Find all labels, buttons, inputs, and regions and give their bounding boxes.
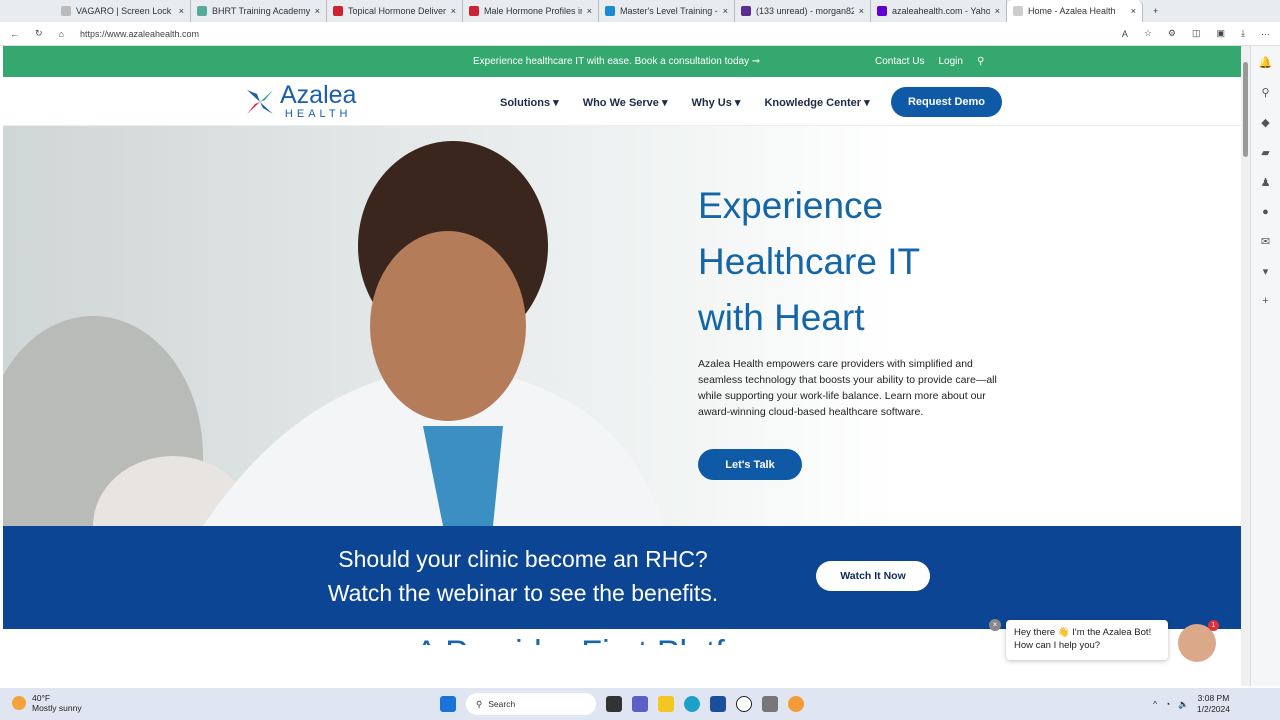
nav-item[interactable]: Solutions ▾ <box>500 96 559 109</box>
close-tab-icon[interactable]: × <box>995 6 1000 16</box>
weather-widget[interactable]: 40°F Mostly sunny <box>12 693 82 713</box>
hero-section: Experience Healthcare IT with Heart Azalea… <box>3 126 1241 526</box>
url-field[interactable]: https://www.azaleahealth.com <box>80 29 1106 39</box>
favicon-icon <box>333 6 343 16</box>
scrollbar[interactable] <box>1241 46 1250 686</box>
home-icon[interactable]: ⌂ <box>59 29 64 39</box>
wifi-icon[interactable]: ◔ <box>1165 699 1170 709</box>
m365-icon[interactable]: ● <box>1262 206 1269 218</box>
caret-down-icon: ▾ <box>864 97 870 109</box>
teams-icon[interactable] <box>632 696 648 712</box>
clock[interactable]: 3:08 PM 1/2/2024 <box>1197 693 1230 715</box>
close-tab-icon[interactable]: × <box>1131 6 1136 16</box>
chevron-up-icon[interactable]: ^ <box>1153 699 1157 709</box>
read-aloud-icon[interactable]: A <box>1122 29 1128 39</box>
favicon-icon <box>61 6 71 16</box>
browser-tab[interactable]: BHRT Training Academy × <box>191 0 327 22</box>
dell-icon[interactable] <box>736 696 752 712</box>
app-orange-icon[interactable] <box>788 696 804 712</box>
webpage: Experience healthcare IT with ease. Book… <box>3 46 1241 686</box>
windows-start-icon[interactable] <box>440 696 456 712</box>
search-icon[interactable]: ⚲ <box>1261 86 1269 99</box>
bell-icon[interactable]: 🔔 <box>1259 56 1273 69</box>
file-explorer-icon[interactable] <box>658 696 674 712</box>
drop-icon[interactable]: ▾ <box>1263 265 1269 278</box>
extensions-icon[interactable]: ⚙ <box>1168 28 1176 39</box>
favicon-icon <box>605 6 615 16</box>
lets-talk-button[interactable]: Let's Talk <box>698 449 802 480</box>
search-icon[interactable]: ⚲ <box>977 56 984 67</box>
nav-item[interactable]: Why Us ▾ <box>692 96 741 109</box>
browser-tab[interactable]: (133 unread) - morgan82 × <box>735 0 871 22</box>
volume-icon[interactable]: 🔈 <box>1178 699 1189 710</box>
close-tab-icon[interactable]: × <box>315 6 320 16</box>
contact-us-link[interactable]: Contact Us <box>875 56 924 67</box>
store-icon[interactable] <box>710 696 726 712</box>
section-heading: A Provider First Platform <box>415 633 783 645</box>
briefcase-icon[interactable]: ▰ <box>1261 146 1269 159</box>
browser-tab[interactable]: VAGARO | Screen Lock × <box>55 0 191 22</box>
rhc-webinar-banner: Should your clinic become an RHC? Watch t… <box>3 526 1241 629</box>
favicon-icon <box>741 6 751 16</box>
app-icon[interactable] <box>762 696 778 712</box>
more-icon[interactable]: ··· <box>1261 29 1270 39</box>
tools-icon[interactable]: ◆ <box>1261 116 1269 129</box>
azalea-flower-icon <box>247 90 273 114</box>
nav-item[interactable]: Knowledge Center ▾ <box>764 96 869 109</box>
task-view-icon[interactable] <box>606 696 622 712</box>
downloads-icon[interactable]: ⤓ <box>1241 28 1245 39</box>
banner-link[interactable]: Experience healthcare IT with ease. Book… <box>473 56 760 67</box>
edge-icon[interactable] <box>684 696 700 712</box>
add-icon[interactable]: + <box>1262 295 1268 307</box>
outlook-icon[interactable]: ✉ <box>1261 235 1270 248</box>
close-tab-icon[interactable]: × <box>451 6 456 16</box>
close-tab-icon[interactable]: × <box>859 6 864 16</box>
favicon-icon <box>469 6 479 16</box>
split-screen-icon[interactable]: ◫ <box>1192 28 1201 39</box>
taskbar: 40°F Mostly sunny ⚲ Search ^ ◔ 🔈 3:08 PM 1/2/… <box>0 688 1280 720</box>
close-tab-icon[interactable]: × <box>587 6 592 16</box>
browser-tab[interactable]: azaleahealth.com - Yahoo × <box>871 0 1007 22</box>
taskbar-search[interactable]: ⚲ Search <box>466 693 596 715</box>
address-bar: ← ↻ ⌂ https://www.azaleahealth.com A ☆ ⚙… <box>0 22 1280 46</box>
close-tab-icon[interactable]: × <box>723 6 728 16</box>
browser-tab[interactable]: Male Hormone Profiles in × <box>463 0 599 22</box>
caret-down-icon: ▾ <box>661 97 668 109</box>
new-tab-icon[interactable]: + <box>1153 6 1158 16</box>
tab-strip: VAGARO | Screen Lock × BHRT Training Acade… <box>0 0 1280 22</box>
browser-tab[interactable]: Topical Hormone Delivery × <box>327 0 463 22</box>
browser-tab[interactable]: Home - Azalea Health × <box>1007 0 1143 22</box>
refresh-icon[interactable]: ↻ <box>35 28 43 39</box>
collections-icon[interactable]: ▣ <box>1217 28 1226 39</box>
main-nav: Azalea HEALTH Solutions ▾ Who We Serve ▾ Wh… <box>3 77 1241 126</box>
promo-banner: Experience healthcare IT with ease. Book… <box>3 46 1241 77</box>
request-demo-button[interactable]: Request Demo <box>891 87 1002 117</box>
browser-tab[interactable]: Master's Level Training - (× <box>599 0 735 22</box>
login-link[interactable]: Login <box>938 56 962 67</box>
logo[interactable]: Azalea HEALTH <box>243 83 356 120</box>
doctor-patient-photo <box>3 141 663 526</box>
close-chat-icon[interactable]: × <box>989 619 1001 631</box>
favicon-icon <box>1013 6 1023 16</box>
search-icon: ⚲ <box>476 698 483 709</box>
sun-icon <box>12 696 26 710</box>
watch-it-now-button[interactable]: Watch It Now <box>816 561 930 591</box>
games-icon[interactable]: ♟ <box>1261 176 1271 189</box>
caret-down-icon: ▾ <box>734 97 741 109</box>
favicon-icon <box>877 6 887 16</box>
hero-description: Azalea Health empowers care providers wi… <box>698 358 997 418</box>
favicon-icon <box>197 6 207 16</box>
edge-sidebar: 🔔 ⚲ ◆ ▰ ♟ ● ✉ ▾ + <box>1250 46 1280 686</box>
chat-badge: 1 <box>1208 620 1219 631</box>
caret-down-icon: ▾ <box>553 97 559 109</box>
favorite-star-icon[interactable]: ☆ <box>1144 28 1152 39</box>
chat-bubble[interactable]: Hey there 👋 I'm the Azalea Bot! How can I… <box>1006 620 1168 660</box>
nav-item[interactable]: Who We Serve ▾ <box>583 96 668 109</box>
hero-heading: Experience Healthcare IT with Heart <box>698 185 921 338</box>
back-icon[interactable]: ← <box>10 29 19 39</box>
close-tab-icon[interactable]: × <box>179 6 184 16</box>
